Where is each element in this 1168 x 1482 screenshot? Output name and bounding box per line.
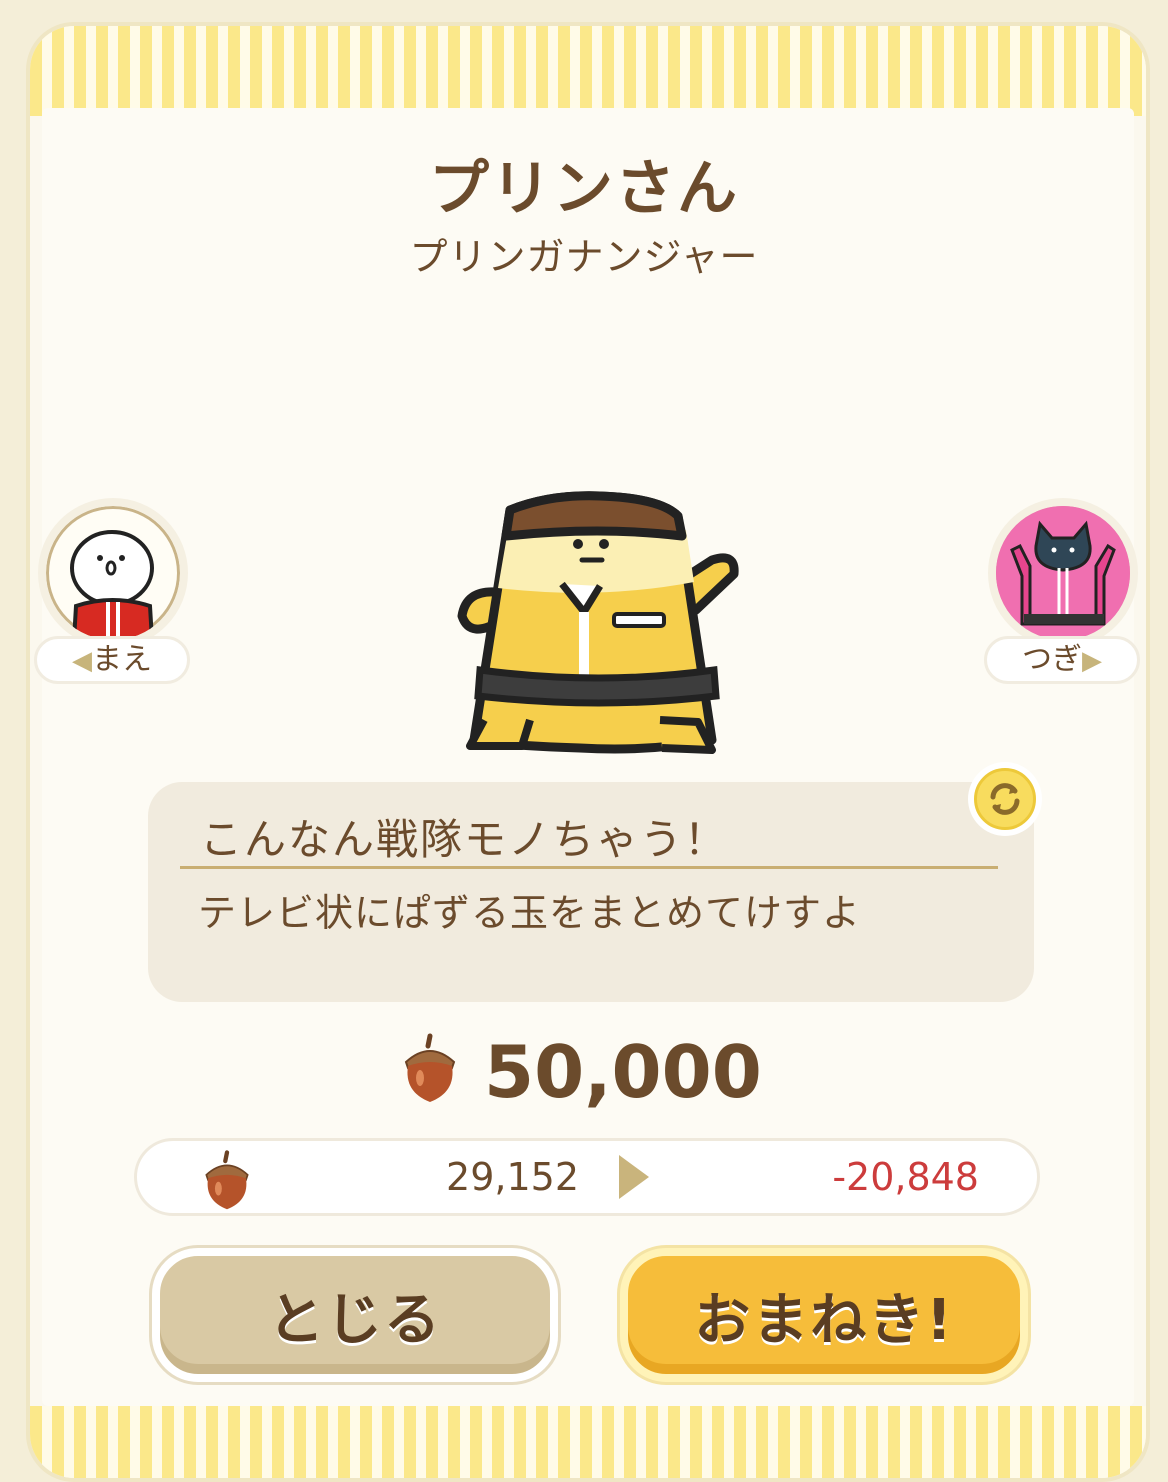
- acorn-icon: [398, 1032, 462, 1104]
- next-character-avatar: [988, 498, 1138, 648]
- refresh-icon: [990, 783, 1020, 815]
- invite-button[interactable]: おまねき!: [620, 1248, 1028, 1382]
- balance-after-purchase: -20,848: [832, 1155, 979, 1199]
- character-name: プリンさん: [429, 154, 739, 224]
- price-value: 50,000: [484, 1030, 762, 1114]
- top-stripe-border: [30, 26, 1146, 116]
- prev-label: ◀まえ: [34, 636, 190, 684]
- triangle-left-icon: ◀: [72, 646, 92, 676]
- refresh-button[interactable]: [968, 762, 1042, 836]
- catchphrase-text: こんなん戦隊モノちゃう！: [200, 815, 729, 864]
- acorn-icon: [199, 1149, 255, 1211]
- skill-description-text: テレビ状にぱずる玉をまとめてけすよ: [198, 891, 862, 935]
- triangle-right-icon: ▶: [1082, 646, 1102, 676]
- character-dialogue-box: こんなん戦隊モノちゃう！ テレビ状にぱずる玉をまとめてけすよ: [148, 782, 1034, 1002]
- prev-character-button[interactable]: ◀まえ: [34, 498, 194, 698]
- close-button-label: とじる: [268, 1287, 442, 1353]
- next-label: つぎ▶: [984, 636, 1140, 684]
- character-costume-name: プリンガナンジャー: [409, 235, 759, 279]
- close-button[interactable]: とじる: [152, 1248, 558, 1382]
- pudding-character-illustration: [450, 490, 750, 760]
- prev-character-avatar: [38, 498, 188, 648]
- invite-button-label: おまねき!: [694, 1287, 954, 1353]
- triangle-right-icon: [619, 1155, 649, 1199]
- next-character-button[interactable]: つぎ▶: [984, 498, 1144, 698]
- bottom-stripe-border: [30, 1406, 1146, 1478]
- balance-bar: 29,152 -20,848: [134, 1138, 1040, 1216]
- divider: [180, 866, 998, 869]
- current-acorn-balance: 29,152: [446, 1155, 579, 1199]
